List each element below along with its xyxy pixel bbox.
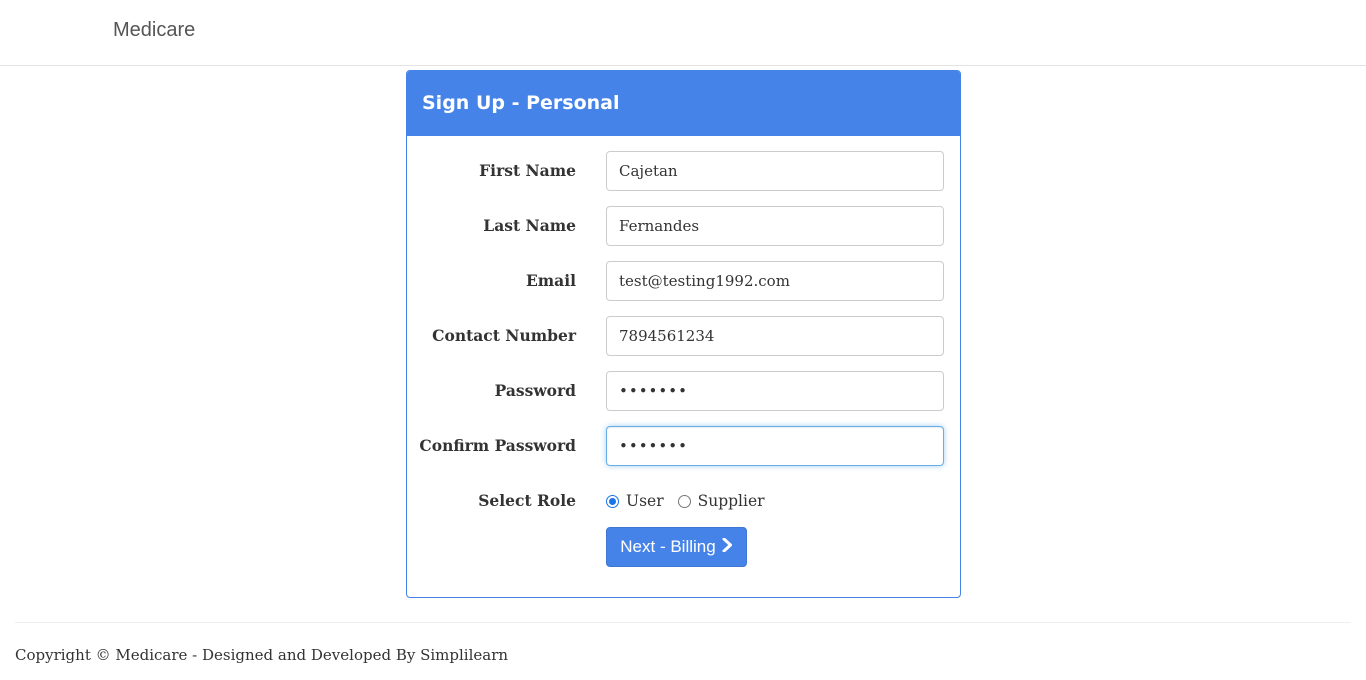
role-option-user[interactable]: User (606, 492, 664, 510)
radio-unchecked-icon[interactable] (677, 494, 691, 508)
email-input[interactable] (606, 261, 944, 301)
select-role-label: Select Role (478, 491, 576, 510)
first-name-row: First Name (407, 151, 960, 191)
contact-number-label: Contact Number (432, 326, 576, 345)
confirm-password-row: Confirm Password (407, 426, 960, 466)
role-radio-group: User Supplier (606, 481, 779, 521)
contact-number-input[interactable] (606, 316, 944, 356)
email-row: Email (407, 261, 960, 301)
radio-checked-icon[interactable] (606, 494, 619, 508)
footer-copyright: Copyright © Medicare - Designed and Deve… (15, 646, 509, 664)
last-name-row: Last Name (407, 206, 960, 246)
role-option-supplier-label: Supplier (697, 492, 765, 510)
footer-divider (15, 622, 1351, 623)
signup-panel: Sign Up - Personal First Name Last Name … (406, 70, 961, 598)
panel-heading: Sign Up - Personal (407, 71, 960, 136)
brand-link[interactable]: Medicare (113, 19, 195, 42)
role-option-supplier[interactable]: Supplier (677, 492, 765, 510)
confirm-password-label: Confirm Password (419, 436, 576, 455)
contact-number-row: Contact Number (407, 316, 960, 356)
next-billing-label: Next - Billing (620, 537, 716, 556)
next-billing-button[interactable]: Next - Billing (606, 527, 747, 567)
panel-title: Sign Up - Personal (422, 92, 620, 114)
last-name-input[interactable] (606, 206, 944, 246)
last-name-label: Last Name (483, 216, 576, 235)
password-row: Password (407, 371, 960, 411)
password-input[interactable] (606, 371, 944, 411)
confirm-password-input[interactable] (606, 426, 944, 466)
select-role-row: Select Role User Supplier (407, 481, 960, 521)
role-option-user-label: User (626, 492, 664, 510)
password-label: Password (494, 381, 576, 400)
navbar: Medicare (0, 0, 1366, 66)
first-name-input[interactable] (606, 151, 944, 191)
email-label: Email (525, 271, 576, 290)
first-name-label: First Name (479, 161, 576, 180)
chevron-right-icon (722, 537, 733, 557)
